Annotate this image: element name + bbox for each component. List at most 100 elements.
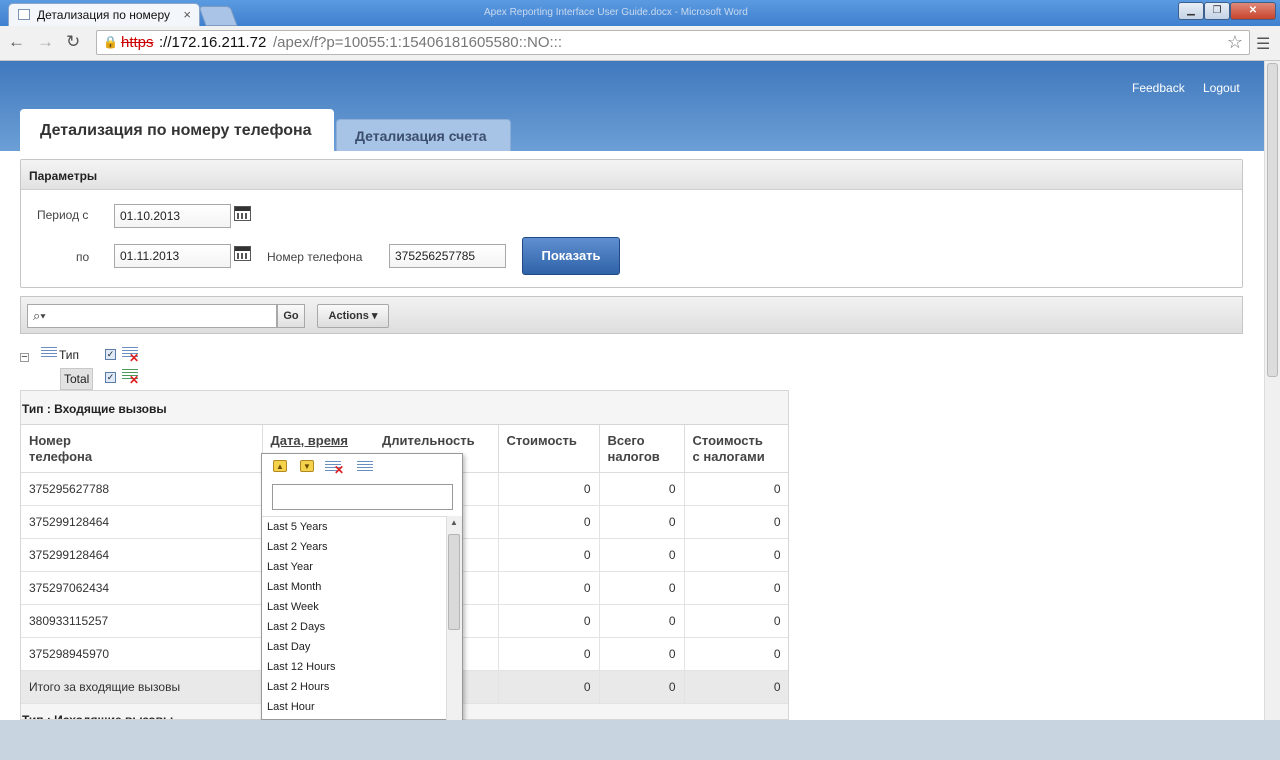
url-host: ://172.16.211.72	[159, 34, 267, 51]
column-header-cost-text: Стоимость	[506, 433, 577, 448]
reload-icon[interactable]: ↻	[66, 32, 80, 52]
feedback-link[interactable]: Feedback	[1132, 81, 1185, 95]
summary-cost: 0	[498, 670, 600, 704]
back-icon[interactable]: ←	[8, 32, 25, 52]
cell-total: 0	[684, 505, 788, 539]
list-item[interactable]: Last Year	[262, 557, 446, 577]
control-break-icon	[41, 347, 57, 359]
scroll-up-icon[interactable]: ▲	[450, 518, 458, 527]
list-item[interactable]: Last Week	[262, 597, 446, 617]
chrome-menu-icon[interactable]: ☰	[1256, 34, 1270, 54]
cell-cost: 0	[498, 505, 600, 539]
cell-phone: 375299128464	[21, 505, 263, 539]
window-bottom-band	[0, 720, 1280, 760]
column-header-cost-with-taxes-text: Стоимость с налогами	[692, 433, 765, 464]
column-header-taxes[interactable]: Всего налогов	[599, 425, 685, 473]
actions-button[interactable]: Actions ▾	[317, 304, 389, 328]
list-item[interactable]: Last 2 Hours	[262, 677, 446, 697]
cell-total: 0	[684, 637, 788, 671]
period-to-input[interactable]: 01.11.2013	[114, 244, 231, 268]
control-break-checkbox[interactable]: ✓	[105, 349, 116, 360]
group-header-incoming: Тип : Входящие вызовы	[21, 391, 788, 425]
control-break-label[interactable]: Тип	[59, 348, 79, 362]
cell-phone: 375299128464	[21, 538, 263, 572]
list-item[interactable]: Last 2 Days	[262, 617, 446, 637]
forward-icon[interactable]: →	[37, 32, 54, 52]
tab-phone-detail[interactable]: Детализация по номеру телефона	[20, 109, 334, 151]
phone-number-input[interactable]: 375256257785	[389, 244, 506, 268]
remove-aggregate-icon[interactable]: ✕	[129, 373, 139, 387]
cell-cost: 0	[498, 571, 600, 605]
hide-column-icon[interactable]: ✕	[334, 463, 344, 477]
cell-phone: 375295627788	[21, 472, 263, 506]
maximize-window-button[interactable]: ❐	[1204, 2, 1230, 20]
cell-total: 0	[684, 538, 788, 572]
cell-cost: 0	[498, 538, 600, 572]
column-filter-input[interactable]	[272, 484, 453, 510]
column-header-popup: ▲ ▼ ✕ Last 5 Years Last 2 Years Last Yea…	[261, 453, 463, 720]
insecure-lock-icon[interactable]: 🔒	[103, 35, 118, 49]
page-scrollbar-thumb[interactable]	[1267, 63, 1278, 377]
address-bar[interactable]: 🔒 https ://172.16.211.72 /apex/f?p=10055…	[96, 30, 1250, 55]
sort-ascending-icon[interactable]: ▲	[273, 460, 287, 472]
url-scheme: https	[121, 34, 154, 51]
cell-phone: 375297062434	[21, 571, 263, 605]
report-search-input[interactable]: ⌕▾	[27, 304, 277, 328]
column-header-duration-text: Длительность	[382, 433, 475, 448]
column-header-phone[interactable]: Номер телефона	[21, 425, 263, 473]
parameters-region: Параметры Период с 01.10.2013 по 01.11.2…	[20, 159, 1243, 288]
column-header-cost-with-taxes[interactable]: Стоимость с налогами	[684, 425, 788, 473]
period-to-label: по	[76, 250, 90, 264]
window-titlebar: Детализация по номеру × Apex Reporting I…	[0, 0, 1280, 26]
app-header: Feedback Logout Детализация по номеру те…	[0, 61, 1264, 151]
aggregate-label[interactable]: Total	[60, 368, 94, 390]
minimize-window-button[interactable]: ▁	[1178, 2, 1204, 20]
close-tab-icon[interactable]: ×	[183, 7, 191, 22]
calendar-icon[interactable]	[234, 246, 251, 261]
calendar-icon[interactable]	[234, 206, 251, 221]
cell-phone: 375298945970	[21, 637, 263, 671]
popup-scrollbar[interactable]: ▲	[446, 516, 462, 720]
collapse-settings-icon[interactable]: −	[20, 352, 29, 363]
bookmark-star-icon[interactable]: ☆	[1227, 32, 1243, 53]
remove-break-icon[interactable]: ✕	[129, 351, 139, 365]
summary-label: Итого за входящие вызовы	[21, 670, 263, 704]
column-header-datetime-text[interactable]: Дата, время	[271, 433, 349, 448]
logout-link[interactable]: Logout	[1203, 81, 1240, 95]
cell-tax: 0	[599, 571, 685, 605]
summary-total: 0	[684, 670, 788, 704]
show-button[interactable]: Показать	[522, 237, 620, 275]
cell-tax: 0	[599, 637, 685, 671]
cell-cost: 0	[498, 604, 600, 638]
close-window-button[interactable]: ✕	[1230, 2, 1276, 20]
cell-tax: 0	[599, 472, 685, 506]
search-icon[interactable]: ⌕▾	[33, 308, 46, 324]
period-from-label: Период с	[37, 208, 89, 222]
cell-tax: 0	[599, 604, 685, 638]
list-item[interactable]: Last Hour	[262, 697, 446, 717]
cell-phone: 380933115257	[21, 604, 263, 638]
popup-scrollbar-thumb[interactable]	[448, 534, 460, 630]
list-item[interactable]: Last 5 Years	[262, 517, 446, 537]
period-from-input[interactable]: 01.10.2013	[114, 204, 231, 228]
control-break-column-icon[interactable]	[357, 461, 373, 473]
list-item[interactable]: Last 2 Years	[262, 537, 446, 557]
phone-number-label: Номер телефона	[267, 250, 363, 264]
list-item[interactable]: Last Month	[262, 577, 446, 597]
list-item[interactable]: Last 12 Hours	[262, 657, 446, 677]
browser-tab-active[interactable]: Детализация по номеру ×	[8, 3, 200, 26]
summary-tax: 0	[599, 670, 685, 704]
cell-total: 0	[684, 472, 788, 506]
new-tab-button[interactable]	[198, 6, 238, 26]
cell-tax: 0	[599, 505, 685, 539]
browser-toolbar: ← → ↻ 🔒 https ://172.16.211.72 /apex/f?p…	[0, 26, 1280, 61]
go-button[interactable]: Go	[277, 304, 305, 328]
browser-tab-title: Детализация по номеру	[37, 8, 170, 22]
tab-bill-detail[interactable]: Детализация счета	[336, 119, 511, 151]
column-header-taxes-text: Всего налогов	[607, 433, 660, 464]
sort-descending-icon[interactable]: ▼	[300, 460, 314, 472]
column-header-cost[interactable]: Стоимость	[498, 425, 600, 473]
list-item[interactable]: Last Day	[262, 637, 446, 657]
page-scrollbar[interactable]	[1264, 61, 1280, 720]
aggregate-checkbox[interactable]: ✓	[105, 372, 116, 383]
